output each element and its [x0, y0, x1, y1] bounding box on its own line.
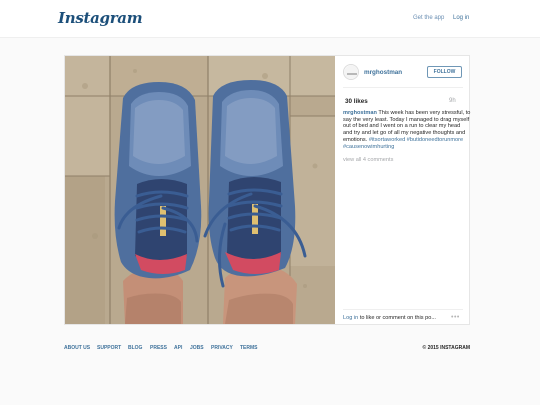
post-age: 9h	[449, 98, 456, 104]
footer-link-api[interactable]: API	[174, 345, 182, 351]
follow-button[interactable]: FOLLOW	[427, 66, 462, 78]
login-prompt-text: to like or comment on this po...	[359, 315, 436, 321]
more-dots-icon[interactable]: •••	[451, 314, 460, 321]
page-footer: ABOUT US SUPPORT BLOG PRESS API JOBS PRI…	[64, 345, 470, 355]
post-card: mrghostman FOLLOW 30 likes 9h mrghostman…	[64, 55, 470, 325]
avatar[interactable]	[343, 64, 359, 80]
instagram-logo[interactable]: Instagram	[58, 9, 143, 27]
divider	[343, 87, 463, 88]
footer-link-terms[interactable]: TERMS	[240, 345, 258, 351]
footer-link-privacy[interactable]: PRIVACY	[211, 345, 233, 351]
copyright-notice: © 2015 INSTAGRAM	[422, 345, 471, 351]
likes-count[interactable]: 30 likes	[345, 98, 368, 105]
footer-link-about-us[interactable]: ABOUT US	[64, 345, 90, 351]
header-login-link[interactable]: Log in	[453, 15, 469, 21]
post-caption: mrghostman This week has been very stres…	[343, 110, 471, 150]
divider	[343, 309, 463, 310]
top-navigation-bar: Instagram Get the app Log in	[0, 0, 540, 38]
hashtag-link[interactable]: #butidoneedtorunmore	[407, 137, 463, 143]
post-photo[interactable]	[65, 56, 335, 324]
hashtag-link[interactable]: #causenowimhurting	[343, 144, 394, 150]
post-sidebar: mrghostman FOLLOW 30 likes 9h mrghostman…	[336, 56, 470, 324]
hashtag-link[interactable]: #itsortaworked	[369, 137, 405, 143]
running-shoes-photo	[65, 56, 335, 324]
footer-link-blog[interactable]: BLOG	[128, 345, 142, 351]
user-avatar-icon	[344, 65, 358, 79]
post-author-username[interactable]: mrghostman	[364, 69, 402, 76]
footer-link-jobs[interactable]: JOBS	[190, 345, 204, 351]
footer-link-press[interactable]: PRESS	[150, 345, 167, 351]
get-the-app-link[interactable]: Get the app	[413, 15, 444, 21]
footer-link-support[interactable]: SUPPORT	[97, 345, 121, 351]
view-all-comments-link[interactable]: view all 4 comments	[343, 157, 393, 163]
login-link[interactable]: Log in	[343, 315, 358, 321]
caption-username[interactable]: mrghostman	[343, 110, 377, 116]
login-to-comment-prompt: Log in to like or comment on this po...	[343, 315, 436, 321]
